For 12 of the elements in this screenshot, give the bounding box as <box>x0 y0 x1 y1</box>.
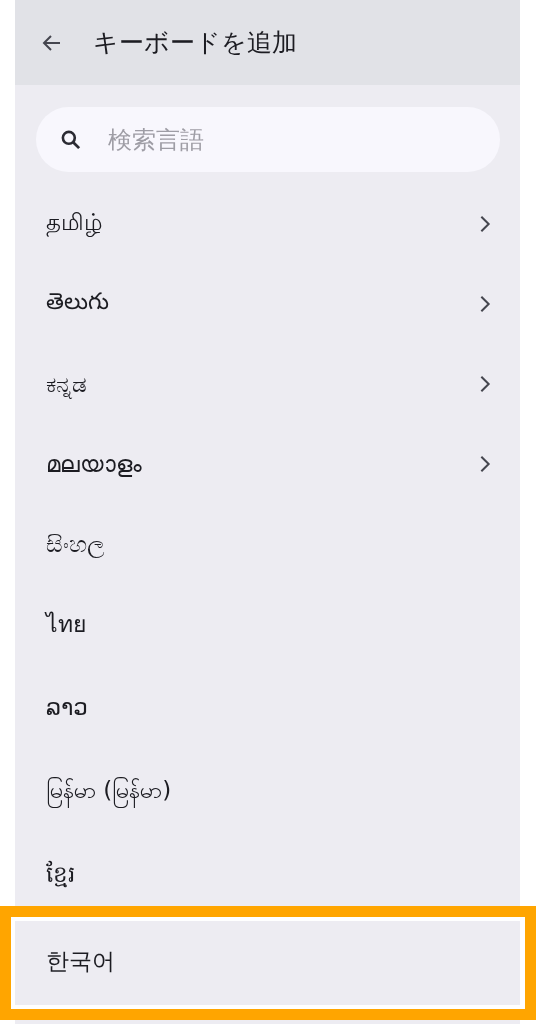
language-item[interactable]: తెలుగు <box>15 264 520 344</box>
screen-title: キーボードを追加 <box>93 27 297 59</box>
language-item[interactable]: ລາວ <box>15 664 520 749</box>
language-item[interactable]: മലയാളം <box>15 424 520 504</box>
search-field[interactable]: 検索言語 <box>36 107 500 172</box>
language-item[interactable]: සිංහල <box>15 504 520 584</box>
language-item[interactable]: 한국어 <box>15 919 520 1004</box>
language-item[interactable]: ಕನ್ನಡ <box>15 344 520 424</box>
language-item[interactable]: தமிழ் <box>15 184 520 264</box>
language-item[interactable]: ไทย <box>15 584 520 664</box>
language-item[interactable]: မြန်မာ (မြန်မာ) <box>15 749 520 834</box>
language-item[interactable]: ខ្មែរ <box>15 834 520 919</box>
